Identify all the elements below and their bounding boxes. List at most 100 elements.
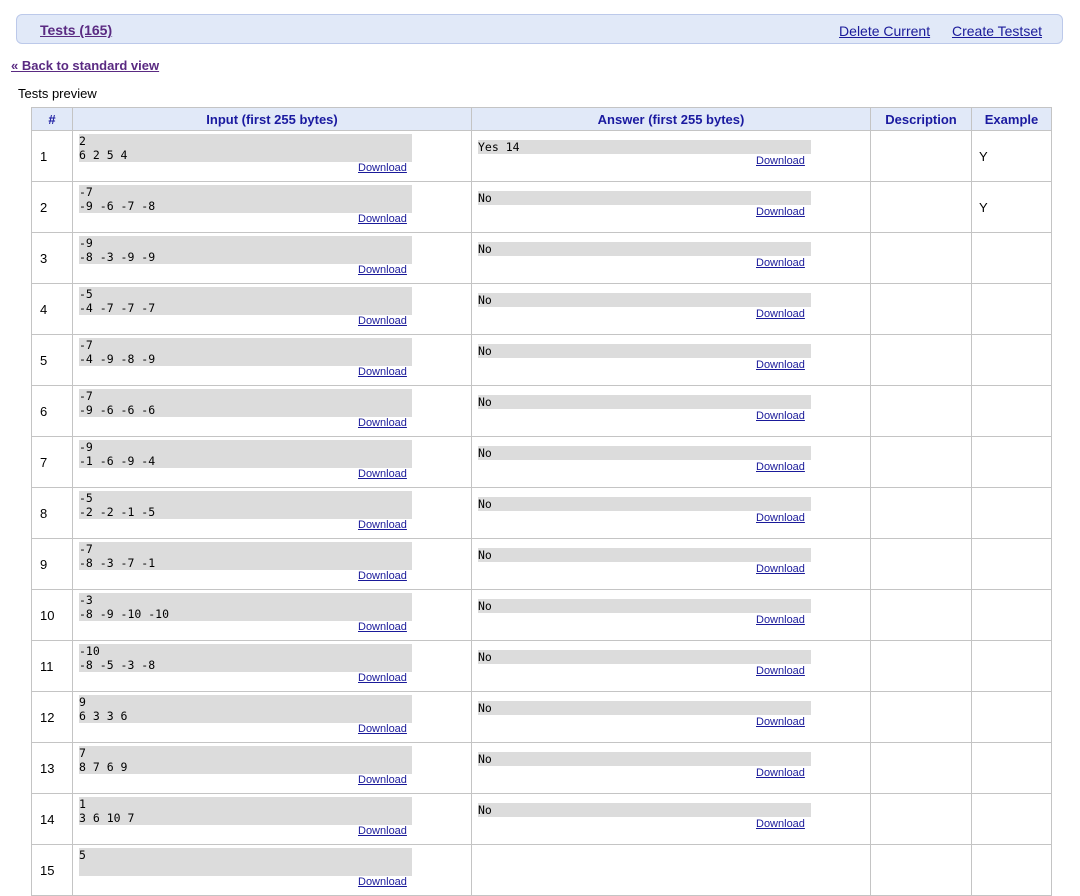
test-number: 14 <box>31 793 73 845</box>
table-row: 9 -7 -8 -3 -7 -1 Download No Download <box>31 538 1052 590</box>
answer-cell: No Download <box>471 436 871 488</box>
input-download-link[interactable]: Download <box>358 519 407 531</box>
input-cell: -7 -9 -6 -6 -6 Download <box>72 385 472 437</box>
back-to-standard-view-link[interactable]: « Back to standard view <box>11 58 159 73</box>
answer-download-link[interactable]: Download <box>756 257 805 269</box>
input-download-link[interactable]: Download <box>358 621 407 633</box>
input-download-link[interactable]: Download <box>358 876 407 888</box>
example-flag <box>971 385 1052 437</box>
test-number: 6 <box>31 385 73 437</box>
answer-preview: No <box>478 803 811 817</box>
input-download-link[interactable]: Download <box>358 162 407 174</box>
test-number: 13 <box>31 742 73 794</box>
input-cell: -10 -8 -5 -3 -8 Download <box>72 640 472 692</box>
example-flag <box>971 691 1052 743</box>
input-cell: -7 -4 -9 -8 -9 Download <box>72 334 472 386</box>
input-cell: -7 -8 -3 -7 -1 Download <box>72 538 472 590</box>
description-cell <box>870 283 972 335</box>
example-flag <box>971 793 1052 845</box>
answer-preview: No <box>478 548 811 562</box>
input-cell: -5 -4 -7 -7 -7 Download <box>72 283 472 335</box>
answer-preview: No <box>478 650 811 664</box>
answer-preview: Yes 14 <box>478 140 811 154</box>
answer-download-link[interactable]: Download <box>756 512 805 524</box>
input-download-link[interactable]: Download <box>358 723 407 735</box>
input-download-link[interactable]: Download <box>358 366 407 378</box>
test-number: 10 <box>31 589 73 641</box>
tests-count-link[interactable]: Tests (165) <box>40 22 112 38</box>
example-flag <box>971 232 1052 284</box>
input-download-link[interactable]: Download <box>358 417 407 429</box>
answer-cell: No Download <box>471 181 871 233</box>
answer-download-link[interactable]: Download <box>756 716 805 728</box>
answer-download-link[interactable]: Download <box>756 206 805 218</box>
answer-download-link[interactable]: Download <box>756 767 805 779</box>
answer-preview: No <box>478 293 811 307</box>
input-cell: 1 3 6 10 7 Download <box>72 793 472 845</box>
answer-download-link[interactable]: Download <box>756 665 805 677</box>
test-number: 3 <box>31 232 73 284</box>
example-flag <box>971 640 1052 692</box>
answer-download-link[interactable]: Download <box>756 818 805 830</box>
input-download-link[interactable]: Download <box>358 468 407 480</box>
answer-cell: No Download <box>471 793 871 845</box>
input-preview: -5 -4 -7 -7 -7 <box>79 287 412 315</box>
answer-download-link[interactable]: Download <box>756 563 805 575</box>
input-download-link[interactable]: Download <box>358 264 407 276</box>
answer-preview: No <box>478 497 811 511</box>
table-row: 11 -10 -8 -5 -3 -8 Download No Download <box>31 640 1052 692</box>
create-testset-link[interactable]: Create Testset <box>952 23 1042 39</box>
test-number: 15 <box>31 844 73 896</box>
input-preview: -10 -8 -5 -3 -8 <box>79 644 412 672</box>
input-download-link[interactable]: Download <box>358 213 407 225</box>
table-row: 3 -9 -8 -3 -9 -9 Download No Download <box>31 232 1052 284</box>
description-cell <box>870 844 972 896</box>
input-download-link[interactable]: Download <box>358 774 407 786</box>
input-download-link[interactable]: Download <box>358 315 407 327</box>
answer-preview: No <box>478 344 811 358</box>
table-row: 12 9 6 3 3 6 Download No Download <box>31 691 1052 743</box>
answer-download-link[interactable]: Download <box>756 308 805 320</box>
input-preview: 9 6 3 3 6 <box>79 695 412 723</box>
table-row: 4 -5 -4 -7 -7 -7 Download No Download <box>31 283 1052 335</box>
description-cell <box>870 691 972 743</box>
input-cell: 9 6 3 3 6 Download <box>72 691 472 743</box>
table-row: 15 5 Download <box>31 844 1052 896</box>
answer-download-link[interactable]: Download <box>756 359 805 371</box>
input-cell: 2 6 2 5 4 Download <box>72 130 472 182</box>
answer-cell: Yes 14 Download <box>471 130 871 182</box>
tests-header-bar: Tests (165) Delete Current Create Testse… <box>16 14 1063 44</box>
col-header-example: Example <box>971 107 1052 131</box>
test-number: 8 <box>31 487 73 539</box>
answer-download-link[interactable]: Download <box>756 410 805 422</box>
input-preview: 5 <box>79 848 412 876</box>
input-cell: -9 -8 -3 -9 -9 Download <box>72 232 472 284</box>
col-header-number: # <box>31 107 73 131</box>
example-flag <box>971 538 1052 590</box>
example-flag <box>971 436 1052 488</box>
input-download-link[interactable]: Download <box>358 825 407 837</box>
example-flag: Y <box>971 130 1052 182</box>
input-cell: -7 -9 -6 -7 -8 Download <box>72 181 472 233</box>
input-cell: -3 -8 -9 -10 -10 Download <box>72 589 472 641</box>
answer-preview: No <box>478 701 811 715</box>
answer-download-link[interactable]: Download <box>756 614 805 626</box>
example-flag: Y <box>971 181 1052 233</box>
answer-cell: No Download <box>471 283 871 335</box>
input-preview: -7 -4 -9 -8 -9 <box>79 338 412 366</box>
answer-download-link[interactable]: Download <box>756 155 805 167</box>
table-row: 12 6 2 5 4 Download Yes 14 Download Y <box>31 130 1052 182</box>
table-header-row: # Input (first 255 bytes) Answer (first … <box>31 107 1052 131</box>
input-cell: -9 -1 -6 -9 -4 Download <box>72 436 472 488</box>
tests-table: # Input (first 255 bytes) Answer (first … <box>31 107 1052 896</box>
table-row: 7 -9 -1 -6 -9 -4 Download No Download <box>31 436 1052 488</box>
delete-current-link[interactable]: Delete Current <box>839 23 930 39</box>
input-download-link[interactable]: Download <box>358 672 407 684</box>
example-flag <box>971 589 1052 641</box>
input-cell: 5 Download <box>72 844 472 896</box>
input-download-link[interactable]: Download <box>358 570 407 582</box>
answer-download-link[interactable]: Download <box>756 461 805 473</box>
answer-preview: No <box>478 446 811 460</box>
test-number: 2 <box>31 181 73 233</box>
description-cell <box>870 793 972 845</box>
